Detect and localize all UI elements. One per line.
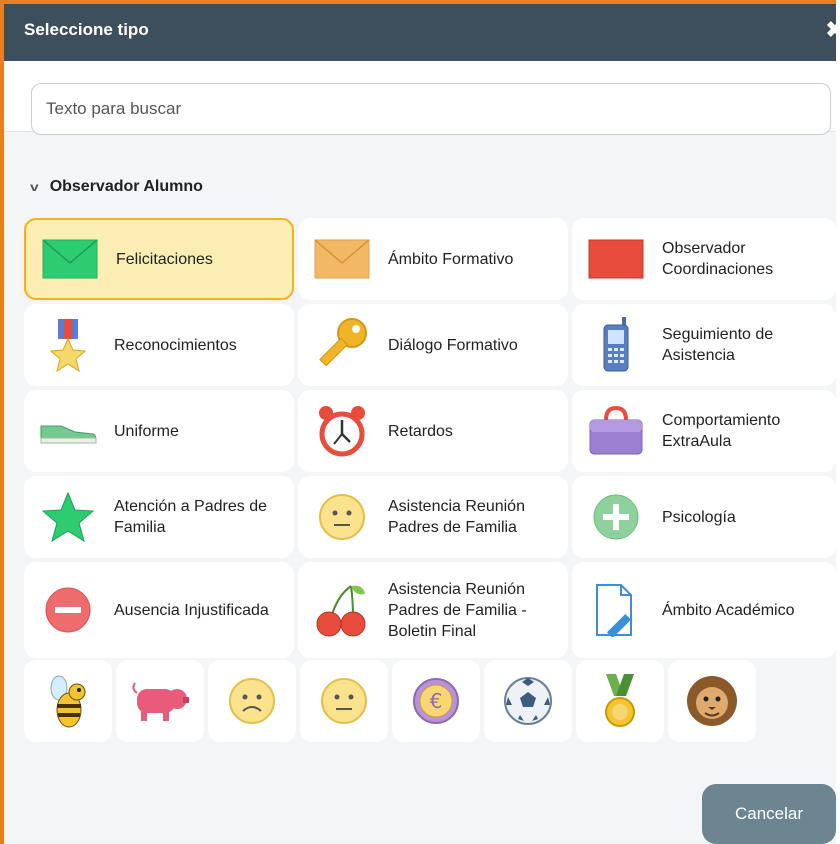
shoe-icon: [38, 401, 98, 461]
dialog: Seleccione tipo ✖ v Observador Alumno Fe…: [0, 0, 840, 844]
briefcase-icon: [586, 401, 646, 461]
search-area: [4, 61, 836, 135]
document-pen-icon: [586, 580, 646, 640]
small-item-soccer-ball[interactable]: [484, 660, 572, 742]
neutral-face-icon: [321, 678, 367, 724]
small-item-gold-medal[interactable]: [576, 660, 664, 742]
cherries-icon: [312, 580, 372, 640]
bee-icon: [50, 675, 86, 728]
phone-icon: [586, 315, 646, 375]
sad-face-icon: [229, 678, 275, 724]
small-item-sad-face[interactable]: [208, 660, 296, 742]
type-card-label: Asistencia Reunión Padres de Familia: [388, 498, 525, 536]
type-card-observador-coordinaciones[interactable]: Observador Coordinaciones: [572, 218, 836, 300]
small-item-bee[interactable]: [24, 660, 112, 742]
dialog-title: Seleccione tipo: [24, 20, 149, 39]
small-item-neutral-face[interactable]: [300, 660, 388, 742]
orange-envelope-icon: [312, 229, 372, 289]
soccer-ball-icon: [504, 677, 552, 725]
type-card-label: Seguimiento de Asistencia: [662, 326, 774, 364]
type-card-label: Felicitaciones: [116, 250, 213, 268]
pig-icon: [132, 682, 189, 721]
svg-text:€: €: [430, 689, 443, 713]
type-card-asistencia-boletin[interactable]: Asistencia Reunión Padres de Familia - B…: [298, 562, 568, 658]
type-card-label: Reconocimientos: [114, 336, 237, 354]
type-card-label: Atención a Padres de Familia: [114, 498, 267, 536]
type-card-label: Uniforme: [114, 422, 179, 440]
type-card-seguimiento-asistencia[interactable]: Seguimiento de Asistencia: [572, 304, 836, 386]
minus-circle-icon: [38, 580, 98, 640]
type-card-comportamiento-extraaula[interactable]: Comportamiento ExtraAula: [572, 390, 836, 472]
type-card-label: Observador Coordinaciones: [662, 240, 774, 278]
type-card-uniforme[interactable]: Uniforme: [24, 390, 294, 472]
type-card-label: Psicología: [662, 508, 736, 526]
type-card-label: Ámbito Formativo: [388, 250, 514, 268]
type-card-ambito-formativo[interactable]: Ámbito Formativo: [298, 218, 568, 300]
alarm-clock-icon: [312, 401, 372, 461]
type-card-label: Diálogo Formativo: [388, 336, 518, 354]
lion-icon: [687, 676, 737, 726]
type-card-ausencia-injustificada[interactable]: Ausencia Injustificada: [24, 562, 294, 658]
type-card-label: Comportamiento ExtraAula: [662, 412, 781, 450]
small-item-lion[interactable]: [668, 660, 756, 742]
green-star-icon: [38, 487, 98, 547]
type-card-dialogo-formativo[interactable]: Diálogo Formativo: [298, 304, 568, 386]
close-icon[interactable]: ✖: [826, 19, 840, 41]
chevron-down-icon: v: [29, 180, 39, 194]
type-card-label: Ausencia Injustificada: [114, 601, 269, 619]
type-card-label: Asistencia Reunión Padres de Familia - B…: [388, 580, 527, 640]
section-label: Observador Alumno: [49, 178, 203, 195]
plus-circle-icon: [586, 487, 646, 547]
euro-coin-icon: €: [413, 678, 459, 724]
small-item-pig[interactable]: [116, 660, 204, 742]
cancel-button[interactable]: Cancelar: [702, 784, 836, 844]
type-card-psicologia[interactable]: Psicología: [572, 476, 836, 558]
type-card-atencion-padres[interactable]: Atención a Padres de Familia: [24, 476, 294, 558]
red-rectangle-icon: [586, 229, 646, 289]
type-card-felicitaciones[interactable]: Felicitaciones: [24, 218, 294, 300]
green-envelope-icon: [40, 229, 100, 289]
small-item-euro-coin[interactable]: €: [392, 660, 480, 742]
type-card-ambito-academico[interactable]: Ámbito Académico: [572, 562, 836, 658]
neutral-face-icon: [312, 487, 372, 547]
section-header[interactable]: v Observador Alumno: [29, 178, 203, 196]
key-icon: [312, 315, 372, 375]
type-card-reconocimientos[interactable]: Reconocimientos: [24, 304, 294, 386]
type-card-label: Retardos: [388, 422, 453, 440]
type-card-asistencia-reunion[interactable]: Asistencia Reunión Padres de Familia: [298, 476, 568, 558]
medal-star-icon: [38, 315, 98, 375]
gold-medal-icon: [605, 674, 635, 727]
dialog-titlebar: Seleccione tipo ✖: [4, 4, 840, 61]
type-card-retardos[interactable]: Retardos: [298, 390, 568, 472]
search-input[interactable]: [31, 83, 831, 135]
type-card-label: Ámbito Académico: [662, 601, 795, 619]
